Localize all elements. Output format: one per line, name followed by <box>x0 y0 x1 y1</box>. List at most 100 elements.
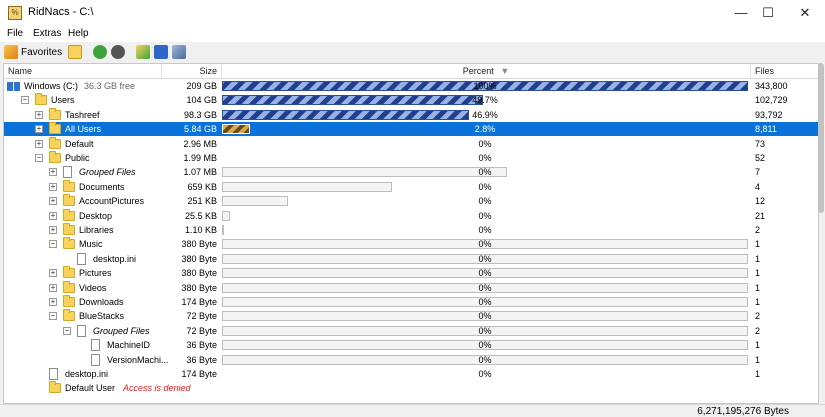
refresh-icon <box>93 45 107 59</box>
percent-value: 0% <box>478 369 492 379</box>
collapse-icon[interactable]: − <box>49 312 57 321</box>
file-icon <box>49 368 58 380</box>
row-name-text: Windows (C:) <box>24 81 79 91</box>
table-row[interactable]: + Tashreef 98.3 GB 46.9% 93,792 <box>4 107 818 122</box>
column-name[interactable]: Name <box>4 64 162 79</box>
row-name: AccountPictures <box>79 194 144 208</box>
collapse-icon[interactable]: − <box>63 326 71 335</box>
row-name: Music <box>79 237 103 251</box>
row-name-text: Public <box>65 153 90 163</box>
expand-icon[interactable]: + <box>35 110 43 119</box>
percent-value: 49.7% <box>472 95 498 106</box>
percent-value: 0% <box>478 181 492 192</box>
table-row[interactable]: + Videos 380 Byte 0% 1 <box>4 280 818 295</box>
favorites-button[interactable]: Favorites <box>4 44 62 60</box>
row-name-text: Grouped Files <box>79 167 136 178</box>
settings-button[interactable] <box>172 44 186 60</box>
save-button[interactable] <box>154 44 168 60</box>
menu-extras[interactable]: Extras <box>33 28 61 39</box>
menu-help[interactable]: Help <box>68 28 89 39</box>
folder-icon <box>49 122 61 135</box>
percent-cell: 0% <box>222 209 748 223</box>
table-row[interactable]: MachineID 36 Byte 0% 1 <box>4 338 818 352</box>
expand-icon[interactable]: + <box>49 226 57 234</box>
collapse-icon[interactable]: − <box>49 240 57 249</box>
file-icon <box>77 252 86 265</box>
table-row[interactable]: − BlueStacks 72 Byte 0% 2 <box>4 309 818 323</box>
row-name-text: Music <box>79 239 103 250</box>
status-bar: 6,271,195,276 Bytes <box>0 404 825 417</box>
expand-icon[interactable]: + <box>49 197 57 206</box>
list-header: Name Size Percent ▼ Files <box>4 64 818 79</box>
save-icon <box>154 45 168 59</box>
table-row[interactable]: + All Users 5.84 GB 2.8% 8,811 <box>4 122 818 137</box>
table-row[interactable]: + Downloads 174 Byte 0% 1 <box>4 295 818 309</box>
percent-value: 2.8% <box>474 124 496 135</box>
collapse-icon[interactable]: − <box>21 96 29 105</box>
percent-value: 0% <box>478 225 492 235</box>
row-files: 7 <box>755 167 761 178</box>
row-size: 659 KB <box>187 181 217 192</box>
table-row[interactable]: − Grouped Files 72 Byte 0% 2 <box>4 324 818 338</box>
column-size[interactable]: Size <box>162 64 222 79</box>
row-size: 174 Byte <box>181 369 217 379</box>
row-name-text: Libraries <box>79 225 114 235</box>
row-size: 5.84 GB <box>183 124 217 135</box>
row-files: 2 <box>755 225 761 235</box>
expand-icon[interactable]: + <box>35 125 43 134</box>
table-row[interactable]: − Users 104 GB 49.7% 102,729 <box>4 93 818 107</box>
percent-value: 0% <box>478 282 492 293</box>
row-name-text: desktop.ini <box>93 253 137 264</box>
percent-value: 0% <box>478 354 492 365</box>
row-files: 1 <box>755 369 761 379</box>
row-name: Downloads <box>79 295 124 309</box>
table-row[interactable]: + Default 2.96 MB 0% 73 <box>4 136 818 151</box>
maximize-button[interactable]: ☐ <box>751 0 785 26</box>
refresh-button[interactable] <box>93 44 107 60</box>
expand-icon[interactable]: + <box>49 283 57 292</box>
table-row[interactable]: − Music 380 Byte 0% 1 <box>4 237 818 251</box>
table-row[interactable]: Default User Access is denied <box>4 381 818 395</box>
row-name: VersionMachi... <box>107 353 169 367</box>
expand-icon[interactable]: + <box>49 211 57 220</box>
folder-icon <box>63 223 75 235</box>
percent-cell: 0% <box>222 324 748 338</box>
table-row[interactable]: desktop.ini 380 Byte 0% 1 <box>4 252 818 266</box>
table-row[interactable]: + Pictures 380 Byte 0% 1 <box>4 266 818 280</box>
row-name: Desktop <box>79 209 112 223</box>
row-files: 21 <box>755 210 766 221</box>
table-row[interactable]: desktop.ini 174 Byte 0% 1 <box>4 367 818 381</box>
table-row[interactable]: − Public 1.99 MB 0% 52 <box>4 151 818 165</box>
stop-button[interactable] <box>111 44 125 60</box>
export-button[interactable] <box>136 44 150 60</box>
expand-icon[interactable]: + <box>49 269 57 278</box>
open-folder-button[interactable] <box>68 44 82 60</box>
table-row[interactable]: + Desktop 25.5 KB 0% 21 <box>4 208 818 223</box>
percent-cell: 0% <box>222 353 748 367</box>
close-button[interactable]: ✕ <box>788 0 822 26</box>
expand-icon[interactable]: + <box>49 182 57 191</box>
file-icon <box>91 353 100 366</box>
column-files[interactable]: Files <box>751 64 818 79</box>
table-row[interactable]: Windows (C:) 36.3 GB free 209 GB 100% 343,80… <box>4 79 818 93</box>
directory-list[interactable]: Name Size Percent ▼ Files Windows (C:) 36… <box>3 63 819 404</box>
table-row[interactable]: + Libraries 1.10 KB 0% 2 <box>4 223 818 237</box>
expand-icon[interactable]: + <box>35 139 43 148</box>
column-percent[interactable]: Percent ▼ <box>222 64 751 79</box>
percent-value: 100% <box>473 81 497 91</box>
app-icon: % <box>8 6 22 20</box>
favorites-label: Favorites <box>21 46 63 58</box>
folder-icon <box>49 136 61 149</box>
table-row[interactable]: + Documents 659 KB 0% 4 <box>4 179 818 194</box>
menu-file[interactable]: File <box>7 28 23 39</box>
folder-icon <box>63 266 75 279</box>
table-row[interactable]: + AccountPictures 251 KB 0% 12 <box>4 194 818 208</box>
expand-icon[interactable]: + <box>49 168 57 177</box>
table-row[interactable]: VersionMachi... 36 Byte 0% 1 <box>4 353 818 367</box>
row-files: 2 <box>755 325 761 336</box>
percent-cell: 0% <box>222 137 748 151</box>
expand-icon[interactable]: + <box>49 298 57 306</box>
table-row[interactable]: + Grouped Files 1.07 MB 0% 7 <box>4 165 818 179</box>
collapse-icon[interactable]: − <box>35 154 43 162</box>
vertical-scrollbar[interactable] <box>818 63 824 213</box>
